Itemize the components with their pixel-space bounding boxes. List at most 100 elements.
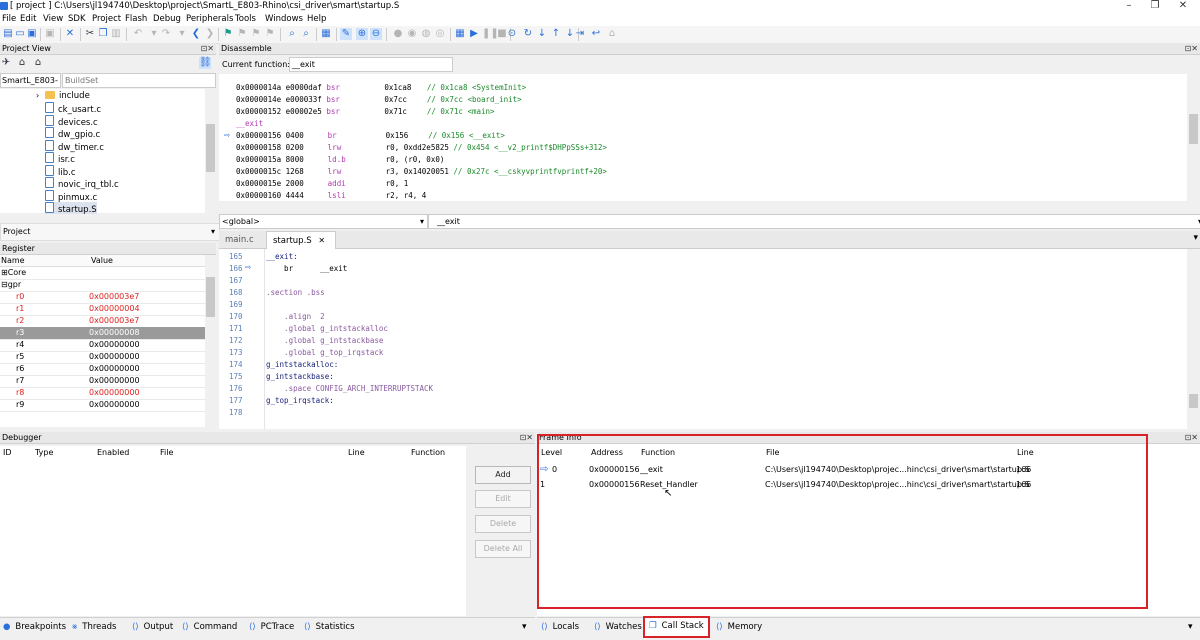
tab-breakpoints[interactable]: ● Breakpoints	[3, 619, 66, 636]
chevron-down-icon[interactable]: ▾	[1188, 622, 1193, 632]
breakpoint-icon[interactable]: ●	[392, 28, 404, 40]
menu-file[interactable]: File	[2, 14, 16, 24]
new-file-icon[interactable]: ▤	[2, 28, 14, 40]
tab-command[interactable]: ⟨⟩ Command	[182, 619, 237, 636]
redo-icon[interactable]: ↷	[160, 28, 172, 40]
expand-arrow-icon[interactable]: ›	[36, 91, 39, 100]
menu-view[interactable]: View	[43, 14, 63, 24]
tab-watches[interactable]: ⟨⟩ Watches	[594, 619, 642, 636]
menu-windows[interactable]: Windows	[265, 14, 303, 24]
menu-peripherals[interactable]: Peripherals	[186, 14, 233, 24]
disasm-line[interactable]: 0x0000015e 2000 addi r0, 1	[236, 179, 408, 188]
home-icon[interactable]: ⌂	[16, 57, 28, 69]
maximize-button[interactable]: ❐	[1142, 0, 1168, 13]
step-into-icon[interactable]: ↓	[536, 28, 548, 40]
tree-file-selected[interactable]: startup.S	[45, 202, 97, 215]
disasm-line[interactable]: 0x00000152 e00002e5 bsr 0x71c // 0x71c <m…	[236, 107, 495, 116]
bookmark-next-icon[interactable]: ⚑	[250, 28, 262, 40]
close-button[interactable]: ✕	[1170, 0, 1196, 13]
delete-all-button[interactable]: Delete All	[475, 540, 531, 558]
disasm-line[interactable]: 0x0000014e e000033f bsr 0x7cc // 0x7cc <b…	[236, 95, 522, 104]
save-icon[interactable]: ▣	[26, 28, 38, 40]
tree-file[interactable]: dw_timer.c	[45, 140, 104, 153]
run-icon[interactable]: ▶	[468, 28, 480, 40]
reset-icon[interactable]: ⊙	[506, 28, 518, 40]
pin-icon[interactable]: ✈	[0, 57, 12, 69]
tab-startup-s[interactable]: startup.S ✕	[266, 231, 336, 249]
tree-folder-include[interactable]: include	[45, 90, 90, 102]
home-outline-icon[interactable]: ⌂	[32, 57, 44, 69]
find-icon[interactable]: ⌕	[286, 28, 298, 40]
paste-icon[interactable]: ▥	[110, 28, 122, 40]
pause-icon[interactable]: ❚❚	[482, 28, 499, 40]
breakpoint-clear-icon[interactable]: ◎	[434, 28, 446, 40]
panel-float-close-icon[interactable]: ⊡✕	[1185, 432, 1198, 443]
panel-float-close-icon[interactable]: ⊡✕	[201, 43, 214, 54]
tree-file[interactable]: novic_irq_tbl.c	[45, 177, 119, 190]
panel-float-close-icon[interactable]: ⊡✕	[520, 432, 533, 443]
undo-dropdown-icon[interactable]: ▾	[148, 28, 160, 40]
link-icon[interactable]: ⛓	[199, 57, 212, 69]
tab-pctrace[interactable]: ⟨⟩ PCTrace	[249, 619, 294, 636]
redo-dropdown-icon[interactable]: ▾	[176, 28, 188, 40]
navigate-forward-icon[interactable]: ❯	[204, 28, 216, 40]
tree-file[interactable]: pinmux.c	[45, 190, 97, 203]
disasm-line[interactable]: 0x0000015a 8000 ld.b r0, (r0, 0x0)	[236, 155, 444, 164]
delete-button[interactable]: Delete	[475, 515, 531, 533]
tab-threads[interactable]: ⨳ Threads	[72, 619, 116, 636]
tree-file[interactable]: dw_gpio.c	[45, 127, 100, 140]
frame-row-current[interactable]: ⇨ 0 0x00000156 __exit C:\Users\jl194740\…	[537, 463, 1200, 476]
chevron-down-icon[interactable]: ▾	[1193, 233, 1198, 243]
menu-edit[interactable]: Edit	[20, 14, 36, 24]
close-file-icon[interactable]: ✕	[64, 28, 76, 40]
step-out-icon[interactable]: ↑	[550, 28, 562, 40]
tree-file[interactable]: lib.c	[45, 165, 76, 178]
editor-scrollbar[interactable]	[1187, 249, 1200, 429]
zoom-in-icon[interactable]: ⊕	[356, 28, 368, 40]
menu-project[interactable]: Project	[92, 14, 121, 24]
disasm-line[interactable]: 0x0000014a e0000daf bsr 0x1ca8 // 0x1ca8 …	[236, 83, 526, 92]
disasm-line[interactable]: 0x0000015c 1268 lrw r3, 0x14020051 // 0x27…	[236, 167, 607, 176]
buildset-combo[interactable]: BuildSet	[62, 73, 216, 88]
disasm-line-current[interactable]: 0x00000156 0400 br 0x156 // 0x156 <__exit>	[236, 131, 505, 140]
bookmark-icon[interactable]: ⚑	[222, 28, 234, 40]
step-over-icon[interactable]: ↻	[522, 28, 534, 40]
breakpoint-toggle-icon[interactable]: ◉	[406, 28, 418, 40]
tree-file[interactable]: ck_usart.c	[45, 102, 101, 115]
breakpoint-disable-icon[interactable]: ◍	[420, 28, 432, 40]
menu-flash[interactable]: Flash	[125, 14, 147, 24]
function-combo[interactable]: __exit ▾	[428, 214, 1200, 229]
find-in-files-icon[interactable]: ⌕	[300, 28, 312, 40]
copy-icon[interactable]: ❐	[97, 28, 109, 40]
register-row[interactable]: r9 0x00000000	[0, 399, 205, 412]
step-instruction-icon[interactable]: ⇥	[574, 28, 586, 40]
zoom-out-icon[interactable]: ⊖	[370, 28, 382, 40]
scope-combo[interactable]: <global> ▾	[219, 214, 428, 229]
tab-memory[interactable]: ⟨⟩ Memory	[716, 619, 762, 636]
build-icon[interactable]: ▦	[320, 28, 332, 40]
project-bottom-combo[interactable]: Project ▾	[0, 223, 220, 241]
chevron-down-icon[interactable]: ▾	[522, 622, 527, 632]
current-function-field[interactable]: __exit	[289, 57, 453, 72]
panel-float-close-icon[interactable]: ⊡✕	[1185, 43, 1198, 54]
step-back-icon[interactable]: ↩	[590, 28, 602, 40]
bookmark-prev-icon[interactable]: ⚑	[236, 28, 248, 40]
frame-row[interactable]: 1 0x00000156 Reset_Handler C:\Users\jl19…	[537, 478, 1200, 491]
step-list-icon[interactable]: ▦	[454, 28, 466, 40]
tab-call-stack[interactable]: ❐ Call Stack	[643, 616, 710, 638]
undo-icon[interactable]: ↶	[132, 28, 144, 40]
save-all-icon[interactable]: ▣	[44, 28, 56, 40]
edit-button[interactable]: Edit	[475, 490, 531, 508]
disassembly-scrollbar[interactable]	[1187, 74, 1200, 201]
navigate-back-icon[interactable]: ❮	[190, 28, 202, 40]
code-editor[interactable]: 165 __exit: 166 ⇨ br __exit 167 168 .sec…	[219, 249, 1187, 429]
close-tab-icon[interactable]: ✕	[318, 236, 325, 245]
project-combo[interactable]: SmartL_E803-	[0, 73, 61, 88]
tab-output[interactable]: ⟨⟩ Output	[132, 619, 173, 636]
home-icon[interactable]: ⌂	[606, 28, 618, 40]
bookmark-clear-icon[interactable]: ⚑	[264, 28, 276, 40]
menu-debug[interactable]: Debug	[153, 14, 181, 24]
debug-start-icon[interactable]: ✎	[340, 28, 352, 40]
add-button[interactable]: Add	[475, 466, 531, 484]
tree-file[interactable]: devices.c	[45, 115, 98, 128]
